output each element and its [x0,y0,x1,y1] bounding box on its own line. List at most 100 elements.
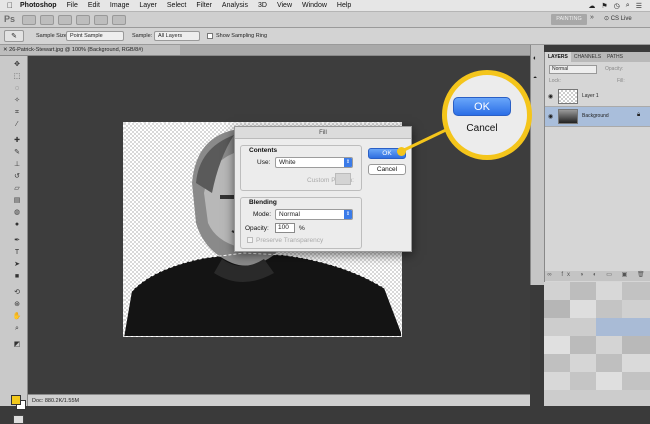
move-tool-icon[interactable]: ✥ [10,60,24,70]
list-icon[interactable]: ☰ [636,2,642,10]
quick-mask-icon[interactable] [13,415,24,424]
menu-help[interactable]: Help [337,2,351,9]
tools-panel: ✥ ⬚ ◌ ✧ ⌗ ⁄ ✚ ✎ ⊥ ↺ ▱ ▤ ◍ ● ✒ T ➤ ■ ⟲ ⊛ … [0,56,28,424]
menu-filter[interactable]: Filter [196,2,212,9]
tab-bar-empty [180,45,530,56]
path-selection-tool-icon[interactable]: ➤ [10,260,24,270]
panel-tabs: LAYERS CHANNELS PATHS [545,52,650,62]
eyedropper-tool-icon[interactable]: ⁄ [10,120,24,130]
layers-footer-icons[interactable]: ∞ fx ◑ ◐ ▭ ▣ 🗑︎ [545,271,650,281]
show-sampling-ring-label: Show Sampling Ring [216,33,268,39]
menu-file[interactable]: File [67,2,78,9]
eyedropper-tool-preset-icon[interactable]: ✎ [4,30,24,42]
tab-paths[interactable]: PATHS [604,52,626,62]
menu-3d[interactable]: 3D [258,2,267,9]
show-sampling-ring-checkbox[interactable] [207,33,213,39]
menu-layer[interactable]: Layer [139,2,157,9]
sample-size-label: Sample Size: [36,33,69,39]
status-bar: Doc: 880.2K/1.55M [28,394,530,406]
chevron-updown-icon: ⇕ [344,210,352,219]
marquee-tool-icon[interactable]: ⬚ [10,72,24,82]
preserve-transparency-label: Preserve Transparency [256,237,324,244]
zoom-callout-circle: OK Cancel [442,70,532,160]
flag-icon[interactable]: ⚑ [601,2,607,10]
sample-select[interactable]: All Layers [154,31,200,41]
lasso-tool-icon[interactable]: ◌ [10,84,24,94]
document-tab[interactable]: ✕ 26-Patrick-Stewart.jpg @ 100% (Backgro… [0,45,180,56]
menu-select[interactable]: Select [167,2,186,9]
menu-analysis[interactable]: Analysis [222,2,248,9]
opacity-percent-label: % [299,225,305,232]
layer-name: Layer 1 [582,93,599,99]
screen-mode-icon[interactable] [94,15,108,25]
layers-panel: LAYERS CHANNELS PATHS Normal Opacity: Lo… [544,52,650,282]
clone-stamp-tool-icon[interactable]: ⊥ [10,160,24,170]
blur-tool-icon[interactable]: ◍ [10,208,24,218]
3d-rotate-tool-icon[interactable]: ⟲ [10,288,24,298]
foreground-color-swatch[interactable] [11,395,21,405]
workspace-button[interactable]: PAINTING [551,14,587,25]
tab-channels[interactable]: CHANNELS [571,52,604,62]
menu-view[interactable]: View [277,2,292,9]
menubar-status-area: ☁ ⚑ ◷ ⌕ ☰ [588,2,650,10]
sample-size-select[interactable]: Point Sample [66,31,124,41]
visibility-eye-icon[interactable]: ◉ [548,93,553,100]
layer-name: Background [582,113,609,119]
visibility-eye-icon[interactable]: ◉ [548,113,553,120]
opacity-input[interactable]: 100 [275,223,295,233]
dialog-title: Fill [235,127,411,139]
apple-menu-icon[interactable]:  [0,1,20,10]
cancel-button[interactable]: Cancel [368,164,406,175]
photoshop-logo: Ps [4,14,16,24]
dodge-tool-icon[interactable]: ● [10,220,24,230]
use-label: Use: [257,159,271,166]
adjustments-panel-icon[interactable]: ◓ [533,75,537,82]
crop-tool-icon[interactable]: ⌗ [10,108,24,118]
document-size-info: Doc: 880.2K/1.55M [32,398,80,404]
blend-mode-select[interactable]: Normal [549,65,597,74]
menu-edit[interactable]: Edit [88,2,100,9]
quick-selection-tool-icon[interactable]: ✧ [10,96,24,106]
hand-tool-icon[interactable] [76,15,90,25]
color-panel-icon[interactable]: ◐ [533,55,537,62]
bridge-icon[interactable] [22,15,36,25]
arrange-documents-icon[interactable] [112,15,126,25]
application-bar: Ps PAINTING » ⊙ CS Live [0,12,650,28]
zoom-level-icon[interactable] [58,15,72,25]
minibridge-icon[interactable] [40,15,54,25]
brush-tool-icon[interactable]: ✎ [10,148,24,158]
pen-tool-icon[interactable]: ✒ [10,236,24,246]
3d-orbit-tool-icon[interactable]: ⊛ [10,300,24,310]
options-bar: ✎ Sample Size: Point Sample Sample: All … [0,28,650,45]
gradient-tool-icon[interactable]: ▤ [10,196,24,206]
type-tool-icon[interactable]: T [10,248,24,258]
default-colors-icon[interactable]: ◩ [10,340,24,350]
cs-live-button[interactable]: ⊙ CS Live [604,15,632,22]
custom-pattern-picker[interactable] [335,173,351,185]
opacity-label: Opacity: [245,225,269,232]
tab-layers[interactable]: LAYERS [545,52,571,62]
history-brush-tool-icon[interactable]: ↺ [10,172,24,182]
rectangle-tool-icon[interactable]: ■ [10,272,24,282]
zoom-tool-icon[interactable]: ⌕ [10,324,24,334]
layer-row-background[interactable]: ◉ Background 🔒︎ [545,107,650,127]
collapsed-panels-strip: ◐ ◓ [530,45,544,285]
layer-row-layer-1[interactable]: ◉ Layer 1 [545,87,650,107]
mode-select[interactable]: Normal ⇕ [275,209,353,220]
clock-icon[interactable]: ◷ [614,2,620,10]
spotlight-search-icon[interactable]: ⌕ [626,2,630,10]
hand-tool-icon[interactable]: ✋ [10,312,24,322]
fill-label: Fill: [617,78,625,84]
cloud-icon[interactable]: ☁ [588,2,595,10]
healing-brush-tool-icon[interactable]: ✚ [10,136,24,146]
menu-app-photoshop[interactable]: Photoshop [20,2,57,9]
preserve-transparency-checkbox[interactable] [247,237,253,243]
more-workspaces-icon[interactable]: » [590,14,594,21]
use-select[interactable]: White ⇕ [275,157,353,168]
menu-window[interactable]: Window [302,2,327,9]
eraser-tool-icon[interactable]: ▱ [10,184,24,194]
chevron-updown-icon: ⇕ [344,158,352,167]
menu-image[interactable]: Image [110,2,129,9]
callout-ok-button: OK [453,97,511,116]
mac-menu-bar:  Photoshop File Edit Image Layer Select… [0,0,650,12]
